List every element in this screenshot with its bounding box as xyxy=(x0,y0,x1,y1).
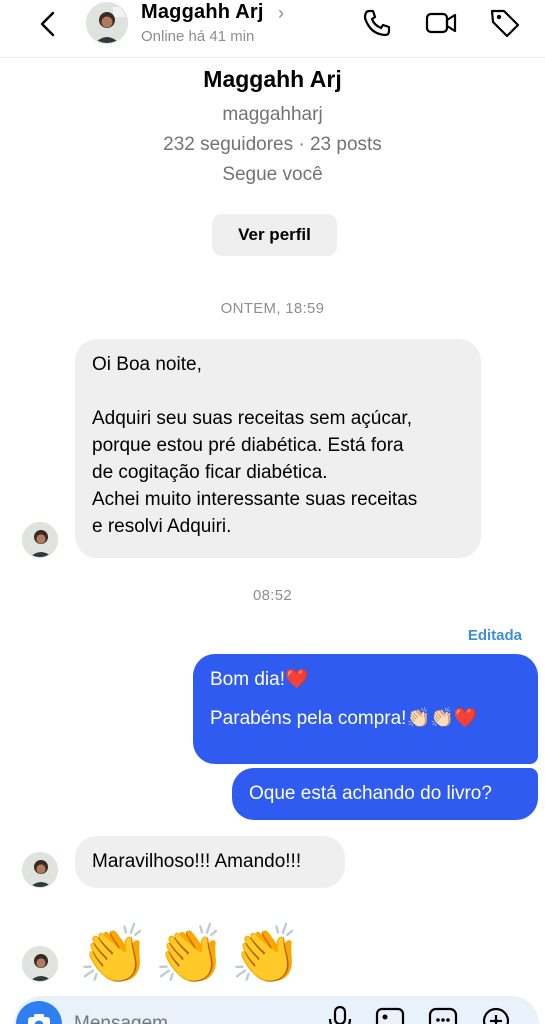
message-line: Achei muito interessante suas receitas xyxy=(92,489,418,510)
clapping-hands-emoji: 👏 xyxy=(230,921,296,986)
message-line: porque estou pré diabética. Está fora xyxy=(92,435,404,456)
microphone-icon[interactable] xyxy=(324,1004,356,1024)
svg-text:👏: 👏 xyxy=(154,921,220,986)
message-input[interactable] xyxy=(74,1010,294,1024)
clapping-hands-emoji: 👏 xyxy=(154,921,220,986)
message-line: de cogitação ficar diabética. xyxy=(92,462,328,483)
message-line: e resolvi Adquiri. xyxy=(92,516,232,537)
header-avatar[interactable] xyxy=(86,2,128,44)
chevron-right-icon[interactable]: › xyxy=(278,3,284,24)
sender-avatar[interactable] xyxy=(22,522,58,558)
chat-header: Maggahh Arj › Online há 41 min xyxy=(0,0,545,58)
plus-icon[interactable] xyxy=(480,1004,512,1024)
back-arrow-icon[interactable] xyxy=(34,10,62,38)
message-line: Bom dia!❤️ xyxy=(210,669,309,690)
incoming-message[interactable]: Oi Boa noite, Adquiri seu suas receitas … xyxy=(75,339,481,558)
camera-button[interactable] xyxy=(16,1001,62,1024)
incoming-message[interactable]: Maravilhoso!!! Amando!!! xyxy=(75,836,345,888)
sender-avatar[interactable] xyxy=(22,946,58,982)
message-line: Oque está achando do livro? xyxy=(249,783,492,804)
view-profile-button[interactable]: Ver perfil xyxy=(212,214,337,256)
follows-you-label: Segue você xyxy=(222,164,323,185)
emoji-message[interactable]: 👏 👏 👏 xyxy=(76,910,296,986)
sticker-icon[interactable] xyxy=(427,1004,459,1024)
message-line: Parabéns pela compra!👏🏻👏🏻❤️ xyxy=(210,708,478,729)
outgoing-message[interactable]: Bom dia!❤️ Parabéns pela compra!👏🏻👏🏻❤️ xyxy=(193,654,538,764)
svg-text:👏: 👏 xyxy=(78,921,144,986)
profile-stats: 232 seguidores · 23 posts xyxy=(163,134,382,155)
sender-avatar[interactable] xyxy=(22,852,58,888)
message-line: Maravilhoso!!! Amando!!! xyxy=(92,851,302,872)
svg-text:👏: 👏 xyxy=(230,921,296,986)
message-line: Oi Boa noite, xyxy=(92,354,202,375)
outgoing-message[interactable]: Oque está achando do livro? xyxy=(232,768,538,820)
clapping-hands-emoji: 👏 xyxy=(78,921,144,986)
timestamp: ONTEM, 18:59 xyxy=(220,300,325,317)
phone-icon[interactable] xyxy=(360,6,394,40)
timestamp: 08:52 xyxy=(252,587,293,604)
tag-icon[interactable] xyxy=(488,6,522,40)
online-status: Online há 41 min xyxy=(141,28,255,45)
message-line: Adquiri seu suas receitas sem açúcar, xyxy=(92,408,412,429)
camera-icon xyxy=(28,1014,50,1024)
image-icon[interactable] xyxy=(374,1004,406,1024)
video-camera-icon[interactable] xyxy=(424,6,458,40)
profile-handle: maggahharj xyxy=(222,104,323,125)
edited-label: Editada xyxy=(467,627,522,644)
profile-name: Maggahh Arj xyxy=(203,66,342,92)
contact-name[interactable]: Maggahh Arj xyxy=(141,1,264,24)
